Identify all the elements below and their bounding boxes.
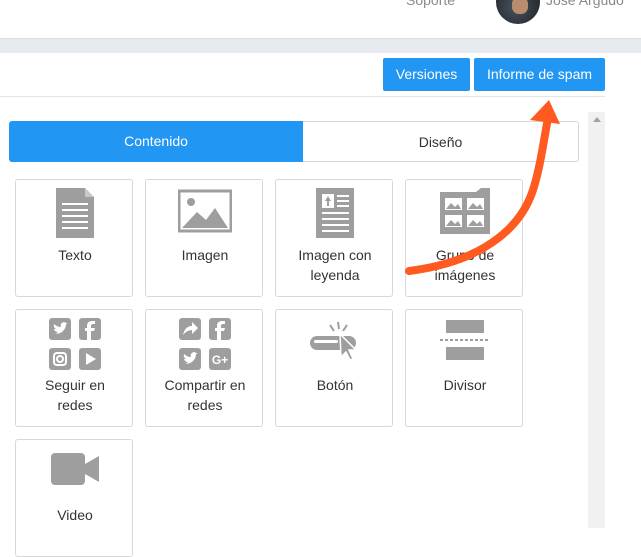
- versions-button[interactable]: Versiones: [383, 58, 470, 91]
- block-image-group[interactable]: Grupo de imágenes: [405, 179, 523, 297]
- block-label-line: Video: [57, 507, 93, 523]
- block-image[interactable]: Imagen: [145, 179, 263, 297]
- scroll-up-arrow-icon[interactable]: [593, 117, 601, 122]
- panel-tabs: Contenido Diseño: [9, 121, 579, 162]
- block-label-line: Texto: [58, 247, 92, 263]
- block-label: Texto: [16, 245, 134, 265]
- block-button[interactable]: Botón: [275, 309, 393, 427]
- block-image-caption[interactable]: Imagen con leyenda: [275, 179, 393, 297]
- block-label: Seguir en redes: [16, 375, 134, 415]
- block-label: Video: [16, 505, 134, 525]
- social-share-icon: G+: [146, 318, 264, 370]
- tab-design[interactable]: Diseño: [303, 121, 579, 162]
- spam-report-button[interactable]: Informe de spam: [474, 58, 605, 91]
- tab-content[interactable]: Contenido: [9, 121, 303, 162]
- block-label: Compartir en redes: [146, 375, 264, 415]
- image-group-icon: [406, 188, 524, 236]
- block-label: Botón: [276, 375, 394, 395]
- block-label-line: Seguir en: [45, 377, 105, 393]
- block-label-line: Imagen con: [298, 247, 372, 263]
- block-label: Divisor: [406, 375, 524, 395]
- header-divider-band: [0, 38, 641, 53]
- top-bar: Soporte Jose Argudo: [0, 0, 641, 38]
- text-document-icon: [16, 188, 134, 238]
- toolbar-divider: [0, 96, 605, 97]
- avatar[interactable]: [496, 0, 540, 24]
- block-label-line: Compartir en: [164, 377, 246, 393]
- block-social-follow[interactable]: Seguir en redes: [15, 309, 133, 427]
- block-label-line: Grupo de: [435, 247, 495, 263]
- block-social-share[interactable]: G+ Compartir en redes: [145, 309, 263, 427]
- block-label: Imagen: [146, 245, 264, 265]
- svg-text:G+: G+: [212, 353, 228, 367]
- social-follow-icon: [16, 318, 134, 370]
- support-link[interactable]: Soporte: [406, 0, 455, 8]
- video-camera-icon: [16, 448, 134, 496]
- button-click-icon: [276, 318, 394, 366]
- block-text[interactable]: Texto: [15, 179, 133, 297]
- panel-scrollbar[interactable]: [588, 112, 605, 528]
- block-label-line: Imagen: [181, 247, 229, 263]
- block-label-line: imágenes: [434, 267, 496, 283]
- block-label-line: redes: [57, 397, 93, 413]
- block-label-line: redes: [187, 397, 223, 413]
- block-label: Imagen con leyenda: [276, 245, 394, 285]
- user-name[interactable]: Jose Argudo: [546, 0, 624, 8]
- block-label-line: Divisor: [443, 377, 487, 393]
- divider-icon: [406, 318, 524, 366]
- block-label-line: leyenda: [310, 267, 360, 283]
- block-video[interactable]: Video: [15, 439, 133, 557]
- block-divider[interactable]: Divisor: [405, 309, 523, 427]
- block-label-line: Botón: [316, 377, 354, 393]
- image-caption-icon: [276, 188, 394, 238]
- image-icon: [146, 188, 264, 236]
- block-label: Grupo de imágenes: [406, 245, 524, 285]
